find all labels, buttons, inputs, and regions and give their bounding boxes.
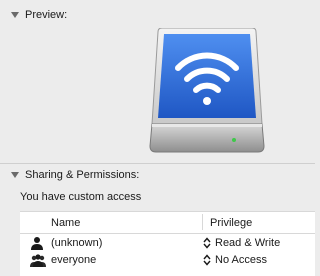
group-icon (30, 253, 46, 267)
privilege-stepper-icon[interactable] (203, 254, 211, 266)
row-name: everyone (51, 254, 97, 266)
sharing-section-header[interactable]: Sharing & Permissions: (0, 166, 315, 184)
permissions-table-header: Name Privilege (20, 212, 315, 234)
user-icon (30, 236, 44, 250)
disclosure-triangle-icon[interactable] (11, 12, 19, 18)
table-row[interactable]: (unknown) Read & Write (20, 235, 315, 251)
section-divider (0, 163, 315, 164)
airport-disk-wifi-icon (148, 27, 266, 157)
column-header-privilege[interactable]: Privilege (210, 217, 252, 229)
preview-section-title: Preview: (25, 9, 68, 21)
disclosure-triangle-icon[interactable] (11, 172, 19, 178)
column-header-name[interactable]: Name (51, 217, 80, 229)
table-row[interactable]: everyone No Access (20, 252, 315, 268)
privilege-stepper-icon[interactable] (203, 237, 211, 249)
privilege-popup[interactable]: Read & Write (215, 237, 280, 249)
access-status-text: You have custom access (20, 191, 142, 203)
column-divider (202, 214, 203, 230)
privilege-popup[interactable]: No Access (215, 254, 267, 266)
sharing-section-title: Sharing & Permissions: (25, 169, 140, 181)
row-name: (unknown) (51, 237, 103, 249)
preview-section-header[interactable]: Preview: (0, 6, 315, 24)
permissions-table: Name Privilege (unknown) Read & Write ev… (20, 211, 315, 276)
